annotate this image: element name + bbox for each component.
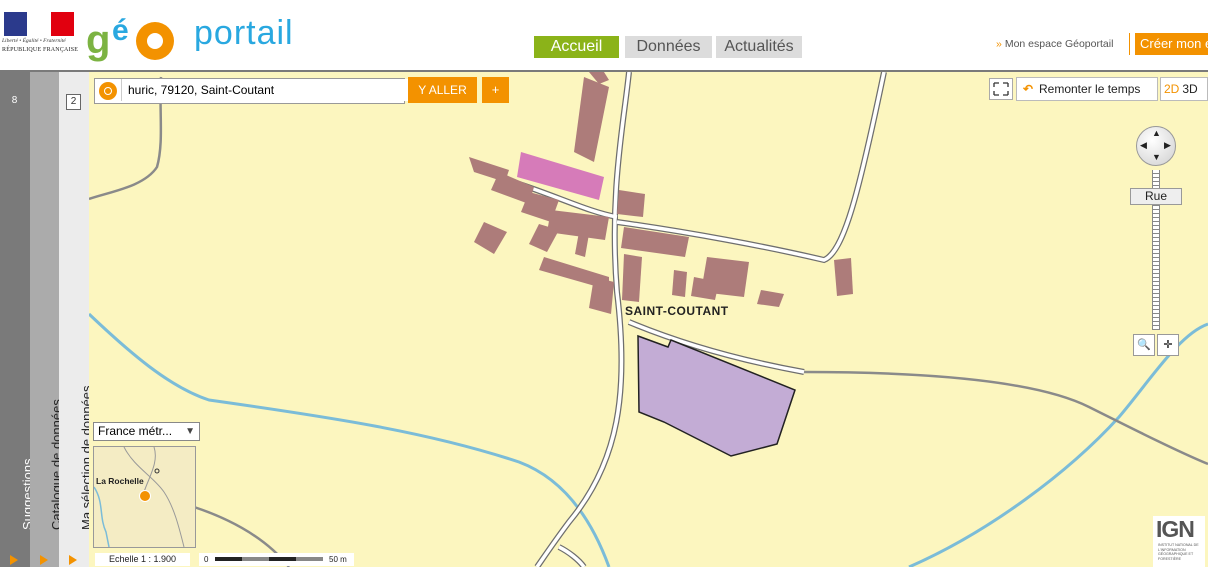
ign-name: IGN	[1156, 516, 1195, 542]
chevron-right-icon: »	[996, 38, 1002, 50]
pan-down-icon[interactable]: ▼	[1152, 153, 1161, 162]
logo-o-circle-icon	[136, 22, 174, 60]
expand-arrow-icon[interactable]	[10, 555, 18, 565]
mon-espace-link[interactable]: » Mon espace Géoportail	[996, 38, 1113, 50]
town-dot	[154, 468, 160, 474]
building	[574, 77, 609, 162]
building	[474, 222, 507, 254]
overview-road	[143, 447, 156, 493]
logo-e: é	[112, 14, 129, 47]
tracks	[89, 76, 1208, 567]
building	[617, 190, 645, 217]
pan-left-icon[interactable]: ◀	[1140, 141, 1147, 150]
pan-control[interactable]: ▲ ▼ ◀ ▶	[1136, 126, 1176, 166]
center-target-icon[interactable]: ✛	[1157, 334, 1179, 356]
marianne-flag-icon	[4, 12, 74, 36]
ign-subtitle: INSTITUT NATIONAL DE L'INFORMATION GÉOGR…	[1158, 543, 1199, 561]
building	[757, 290, 784, 307]
undo-arrow-icon: ↶	[1022, 82, 1034, 96]
territory-select[interactable]: France métr... ▼	[93, 422, 200, 441]
map-canvas[interactable]	[89, 72, 1208, 567]
search-bar	[94, 78, 408, 104]
scale-bar: 0 50 m	[199, 553, 354, 566]
scale-zero-label: 0	[204, 555, 209, 564]
zoom-box-icon[interactable]: 🔍	[1133, 334, 1155, 356]
view-mode-toggle: 2D 3D	[1160, 77, 1208, 101]
fullscreen-glyph	[993, 82, 1009, 96]
selection-panel-tab[interactable]: 2 Ma sélection de données	[59, 72, 94, 567]
site-header: Liberté • Égalité • Fraternité RÉPUBLIQU…	[0, 0, 1208, 72]
overview-place-label: La Rochelle	[96, 476, 144, 486]
tab-actualites[interactable]: Actualités	[716, 36, 802, 58]
location-target-icon[interactable]	[99, 82, 117, 100]
side-panels: 8 Suggestions Catalogue de données 2 Ma …	[0, 72, 94, 567]
logo-g: g	[86, 18, 111, 62]
republic-name: RÉPUBLIQUE FRANÇAISE	[2, 47, 79, 53]
remonter-label: Remonter le temps	[1039, 82, 1141, 96]
building	[672, 270, 687, 297]
suggestions-panel-tab[interactable]: 8 Suggestions	[0, 72, 35, 567]
republic-motto: Liberté • Égalité • Fraternité	[2, 38, 66, 44]
scale-bar-graphic	[215, 557, 323, 561]
buildings	[469, 72, 853, 314]
catalogue-panel-tab[interactable]: Catalogue de données	[30, 72, 64, 567]
overview-road	[123, 447, 185, 547]
fullscreen-icon[interactable]	[989, 78, 1013, 100]
expand-arrow-icon[interactable]	[40, 555, 48, 565]
pan-up-icon[interactable]: ▲	[1152, 129, 1161, 138]
search-input[interactable]	[121, 79, 408, 101]
geoportail-logo[interactable]: g é portail	[86, 12, 316, 62]
track-east	[803, 370, 1208, 466]
more-options-button[interactable]: +	[482, 77, 509, 103]
republique-francaise-logo[interactable]: Liberté • Égalité • Fraternité RÉPUBLIQU…	[2, 12, 78, 58]
header-divider	[1129, 33, 1130, 55]
create-account-button[interactable]: Créer mon e	[1135, 33, 1208, 55]
building	[622, 254, 642, 302]
logo-portail: portail	[194, 14, 294, 52]
remonter-le-temps-button[interactable]: ↶ Remonter le temps	[1016, 77, 1158, 101]
roads	[518, 72, 887, 567]
tab-accueil[interactable]: Accueil	[534, 36, 619, 58]
y-aller-button[interactable]: Y ALLER	[408, 77, 477, 103]
mon-espace-label: Mon espace Géoportail	[1004, 38, 1114, 50]
view-3d-button[interactable]: 3D	[1179, 82, 1197, 96]
overview-minimap[interactable]: La Rochelle	[93, 446, 196, 548]
coastline	[94, 486, 110, 547]
suggestions-count-badge: 8	[8, 94, 21, 108]
tab-donnees[interactable]: Données	[625, 36, 712, 58]
position-marker-icon	[139, 490, 151, 502]
expand-arrow-icon[interactable]	[69, 555, 77, 565]
territory-select-value: France métr...	[98, 424, 173, 438]
zoom-level-label[interactable]: Rue	[1130, 188, 1182, 205]
place-name-label: SAINT-COUTANT	[625, 304, 729, 318]
pan-right-icon[interactable]: ▶	[1164, 141, 1171, 150]
selection-count-badge: 2	[66, 94, 81, 110]
scale-max-label: 50 m	[329, 555, 347, 564]
dropdown-arrow-icon: ▼	[185, 426, 195, 437]
scale-text: Echelle 1 : 1.900	[95, 553, 190, 566]
map-view[interactable]: Y ALLER + ↶ Remonter le temps 2D3D ▲ ▼ ◀ …	[89, 72, 1208, 567]
view-2d-button[interactable]: 2D	[1161, 82, 1179, 96]
building	[834, 258, 853, 296]
ign-logo[interactable]: IGN INSTITUT NATIONAL DE L'INFORMATION G…	[1153, 516, 1205, 567]
roads-fill	[518, 72, 886, 567]
